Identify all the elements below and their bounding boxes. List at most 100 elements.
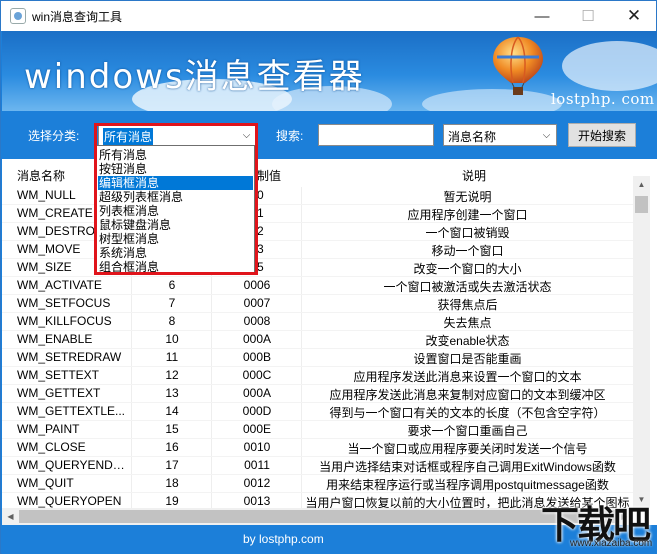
table-row[interactable]: WM_CLOSE 16 0010 当一个窗口或应用程序要关闭时发送一个信号 <box>2 439 633 457</box>
description-cell: 应用程序创建一个窗口 <box>407 208 528 222</box>
column-header-hex[interactable]: 制值 <box>257 167 281 184</box>
decimal-value-cell: 15 <box>165 422 179 436</box>
hex-value-cell: 000B <box>242 350 272 364</box>
decimal-value-cell: 8 <box>168 314 176 328</box>
message-name-cell: WM_QUERYENDS... <box>17 458 130 472</box>
app-icon <box>10 8 26 24</box>
watermark-logo: 下载吧 www.xiazaiba.com <box>541 494 655 552</box>
hex-value-cell: 0008 <box>243 314 271 328</box>
table-row[interactable]: WM_ACTIVATE 6 0006 一个窗口被激活或失去激活状态 <box>2 277 633 295</box>
table-row[interactable]: WM_PAINT 15 000E 要求一个窗口重画自己 <box>2 421 633 439</box>
decimal-value-cell: 12 <box>165 368 179 382</box>
hex-value-cell: 0013 <box>243 494 271 508</box>
message-name-cell: WM_QUERYOPEN <box>17 494 122 508</box>
hex-value-cell: 0011 <box>244 458 270 472</box>
description-cell: 暂无说明 <box>443 190 492 204</box>
description-cell: 失去焦点 <box>443 316 492 330</box>
description-cell: 用来结束程序运行或当程序调用postquitmessage函数 <box>326 478 609 492</box>
close-button[interactable]: ✕ <box>611 1 657 31</box>
banner-url: lostphp. com <box>551 90 655 108</box>
description-cell: 一个窗口被激活或失去激活状态 <box>383 280 552 294</box>
field-select[interactable]: 消息名称 ⌵ <box>443 124 557 146</box>
hex-value-cell: 0010 <box>243 440 271 454</box>
description-cell: 应用程序发送此消息来复制对应窗口的文本到缓冲区 <box>329 388 606 402</box>
banner: windows消息查看器 lostphp. com <box>2 31 657 111</box>
description-cell: 移动一个窗口 <box>431 244 504 258</box>
description-cell: 改变一个窗口的大小 <box>413 262 522 276</box>
column-header-name[interactable]: 消息名称 <box>17 167 65 184</box>
table-row[interactable]: WM_ENABLE 10 000A 改变enable状态 <box>2 331 633 349</box>
hex-value-cell: 000E <box>242 422 272 436</box>
field-select-value: 消息名称 <box>448 130 497 144</box>
description-cell: 获得焦点后 <box>437 298 498 312</box>
category-label: 选择分类: <box>28 129 80 143</box>
hex-value-cell: 0007 <box>243 296 271 310</box>
description-cell: 应用程序发送此消息来设置一个窗口的文本 <box>353 370 582 384</box>
search-input[interactable] <box>318 124 434 146</box>
watermark-url: www.xiazaiba.com <box>570 538 653 549</box>
decimal-value-cell: 17 <box>165 458 179 472</box>
message-name-cell: WM_GETTEXTLE... <box>17 404 126 418</box>
decimal-value-cell: 19 <box>165 494 179 508</box>
message-name-cell: WM_SETTEXT <box>17 368 100 382</box>
message-name-cell: WM_GETTEXT <box>17 386 101 400</box>
hex-value-cell: 0012 <box>243 476 271 490</box>
app-window: win消息查询工具 — ☐ ✕ windows消息查看器 lostphp. co <box>0 0 657 554</box>
vertical-scrollbar[interactable]: ▲ ▼ <box>633 176 650 508</box>
table-row[interactable]: WM_KILLFOCUS 8 0008 失去焦点 <box>2 313 633 331</box>
description-cell: 得到与一个窗口有关的文本的长度（不包含空字符） <box>329 406 606 420</box>
column-header-description[interactable]: 说明 <box>462 167 486 184</box>
table-row[interactable]: WM_GETTEXT 13 000A 应用程序发送此消息来复制对应窗口的文本到缓冲区 <box>2 385 633 403</box>
description-cell: 改变enable状态 <box>425 334 510 348</box>
message-name-cell: WM_ENABLE <box>17 332 93 346</box>
message-name-cell: WM_SETFOCUS <box>17 296 111 310</box>
decimal-value-cell: 11 <box>165 350 179 364</box>
table-row[interactable]: WM_SETREDRAW 11 000B 设置窗口是否能重画 <box>2 349 633 367</box>
hex-value-cell: 000D <box>242 404 272 418</box>
hot-air-balloon-icon <box>493 36 543 95</box>
table-row[interactable]: WM_SETFOCUS 7 0007 获得焦点后 <box>2 295 633 313</box>
decimal-value-cell: 14 <box>165 404 179 418</box>
window-title: win消息查询工具 <box>32 9 123 24</box>
decimal-value-cell: 16 <box>165 440 179 454</box>
message-name-cell: WM_QUIT <box>17 476 74 490</box>
table-row[interactable]: WM_QUIT 18 0012 用来结束程序运行或当程序调用postquitmessa… <box>2 475 633 493</box>
search-label: 搜索: <box>276 129 304 143</box>
hex-value-cell: 0006 <box>243 278 271 292</box>
horizontal-scrollbar[interactable]: ◀ ▶ <box>2 508 633 525</box>
minimize-button[interactable]: — <box>519 1 565 31</box>
scroll-up-icon[interactable]: ▲ <box>633 176 650 193</box>
table-row[interactable]: WM_SETTEXT 12 000C 应用程序发送此消息来设置一个窗口的文本 <box>2 367 633 385</box>
description-cell: 设置窗口是否能重画 <box>413 352 522 366</box>
banner-title: windows消息查看器 <box>24 57 365 97</box>
hex-value-cell: 000A <box>242 332 272 346</box>
description-cell: 当一个窗口或应用程序要关闭时发送一个信号 <box>347 442 588 456</box>
hex-value-cell: 000C <box>242 368 272 382</box>
decimal-value-cell: 6 <box>168 278 176 292</box>
message-name-cell: WM_SETREDRAW <box>17 350 122 364</box>
chevron-down-icon[interactable]: ⌵ <box>539 126 554 144</box>
maximize-button[interactable]: ☐ <box>565 1 611 31</box>
title-bar: win消息查询工具 — ☐ ✕ <box>1 1 656 31</box>
hex-value-cell: 000A <box>242 386 272 400</box>
description-cell: 要求一个窗口重画自己 <box>407 424 528 438</box>
horizontal-scroll-thumb[interactable] <box>19 510 615 523</box>
message-name-cell: WM_KILLFOCUS <box>17 314 112 328</box>
description-cell: 一个窗口被销毁 <box>425 226 510 240</box>
decimal-value-cell: 7 <box>168 296 176 310</box>
start-search-button[interactable]: 开始搜索 <box>568 123 636 147</box>
decimal-value-cell: 18 <box>165 476 179 490</box>
message-name-cell: WM_CLOSE <box>17 440 86 454</box>
decimal-value-cell: 10 <box>165 332 179 346</box>
description-cell: 当用户选择结束对话框或程序自己调用ExitWindows函数 <box>319 460 616 474</box>
message-name-cell: WM_ACTIVATE <box>17 278 102 292</box>
message-name-cell: WM_PAINT <box>17 422 80 436</box>
highlight-frame <box>94 123 258 275</box>
cloud-decoration <box>562 41 657 91</box>
table-row[interactable]: WM_QUERYENDS... 17 0011 当用户选择结束对话框或程序自己调用Ex… <box>2 457 633 475</box>
footer-credit: by lostphp.com <box>243 532 324 546</box>
table-row[interactable]: WM_GETTEXTLE... 14 000D 得到与一个窗口有关的文本的长度（不包含… <box>2 403 633 421</box>
decimal-value-cell: 13 <box>165 386 179 400</box>
scroll-left-icon[interactable]: ◀ <box>2 508 19 525</box>
vertical-scroll-thumb[interactable] <box>635 196 648 213</box>
